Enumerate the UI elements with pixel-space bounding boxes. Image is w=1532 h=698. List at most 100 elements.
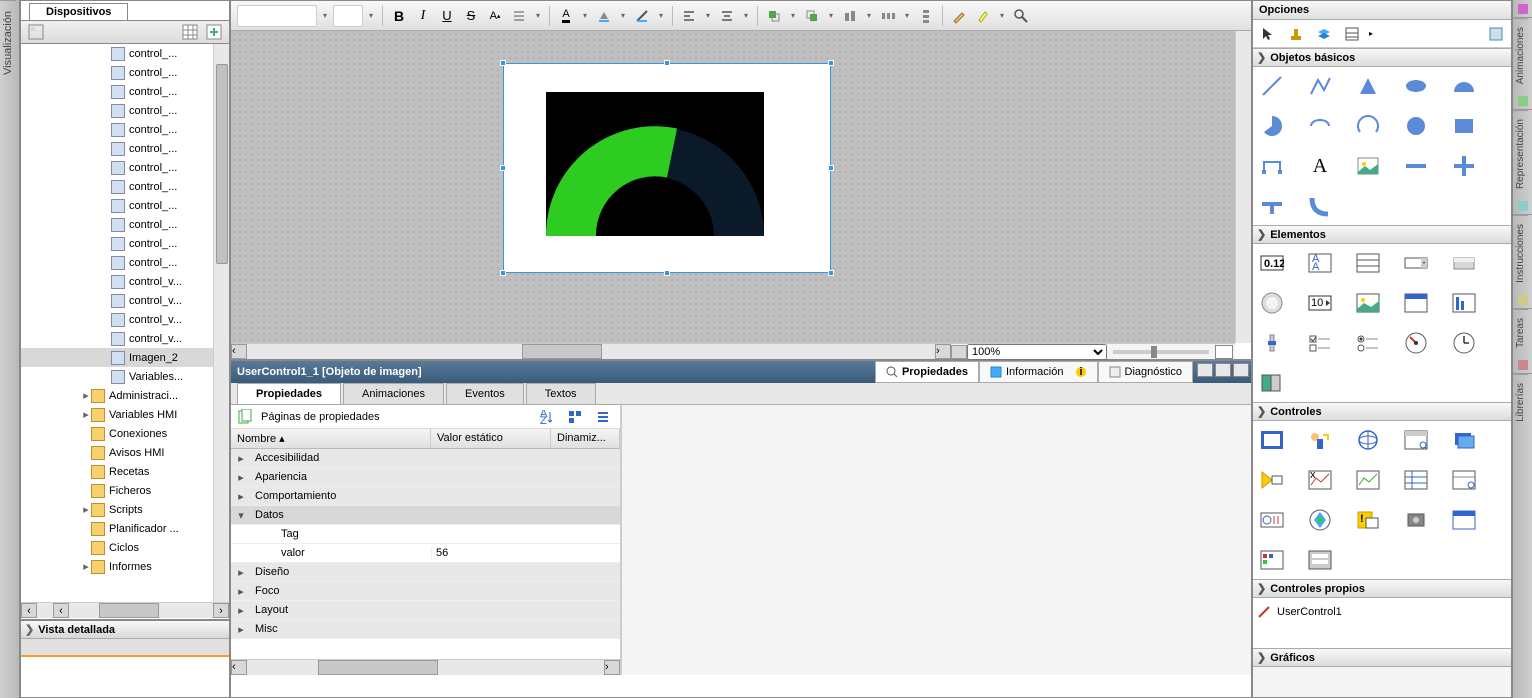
tree-item[interactable]: control_...	[21, 177, 229, 196]
tree-item[interactable]: control_v...	[21, 329, 229, 348]
control-14-icon[interactable]	[1403, 507, 1429, 533]
checkbox-icon[interactable]	[1307, 330, 1333, 356]
tree-view-icon[interactable]	[25, 21, 47, 43]
vtab-visualization[interactable]: Visualización	[0, 0, 16, 85]
design-surface[interactable]	[503, 63, 831, 273]
rvtab-icon-2[interactable]	[1513, 92, 1532, 110]
section-controls[interactable]: ❯Controles	[1253, 402, 1511, 421]
control-5-icon[interactable]	[1451, 427, 1477, 453]
prop-category[interactable]: ▸Apariencia	[231, 468, 620, 487]
section-graphics[interactable]: ❯Gráficos	[1253, 648, 1511, 667]
tree-item[interactable]: control_...	[21, 101, 229, 120]
zoom-icon[interactable]	[1010, 5, 1032, 27]
tree-folder[interactable]: Ficheros	[21, 481, 229, 500]
rvtab-icon-3[interactable]	[1513, 197, 1532, 215]
layers-icon[interactable]	[1313, 23, 1335, 45]
section-basic-objects[interactable]: ❯Objetos básicos	[1253, 48, 1511, 67]
canvas-body[interactable]	[231, 31, 1235, 343]
tree-item[interactable]: control_v...	[21, 291, 229, 310]
rvtab-instructions[interactable]: Instrucciones	[1513, 215, 1528, 291]
graphic-io-icon[interactable]	[1355, 290, 1381, 316]
prop-category[interactable]: ▸Accesibilidad	[231, 449, 620, 468]
property-pages-icon[interactable]	[237, 409, 253, 425]
tree-folder[interactable]: ▸Variables HMI	[21, 405, 229, 424]
prop-category[interactable]: ▸Comportamiento	[231, 487, 620, 506]
subtab-texts[interactable]: Textos	[526, 383, 596, 404]
tree-item[interactable]: control_...	[21, 44, 229, 63]
tree-item[interactable]: control_v...	[21, 310, 229, 329]
control-4-icon[interactable]	[1403, 427, 1429, 453]
bring-front-button[interactable]	[763, 5, 785, 27]
prop-row[interactable]: valor56	[231, 544, 620, 563]
tree-folder[interactable]: Conexiones	[21, 424, 229, 443]
col-dynamic[interactable]: Dinamiz...	[551, 429, 620, 448]
grid-view-icon[interactable]	[179, 21, 201, 43]
curve-icon[interactable]	[1307, 193, 1333, 219]
zoom-select[interactable]: 100%	[967, 344, 1107, 360]
tree-vscroll[interactable]	[213, 44, 229, 602]
align-center-button[interactable]	[716, 5, 738, 27]
col-name[interactable]: Nombre ▴	[231, 429, 431, 448]
control-6-icon[interactable]	[1259, 467, 1285, 493]
fontstyle-button[interactable]: A▴	[484, 5, 506, 27]
subtab-properties[interactable]: Propiedades	[237, 383, 341, 404]
size-dropdown[interactable]	[333, 5, 363, 27]
categorize-icon[interactable]	[564, 406, 586, 428]
canvas-hscroll[interactable]: ‹ ›	[231, 343, 951, 359]
expand-icon[interactable]	[203, 21, 225, 43]
clock-icon[interactable]	[1451, 330, 1477, 356]
tab-diagnostics[interactable]: Diagnóstico	[1098, 361, 1193, 383]
tree-item[interactable]: control_...	[21, 253, 229, 272]
col-value[interactable]: Valor estático	[431, 429, 551, 448]
gauge-icon[interactable]	[1403, 330, 1429, 356]
cross-icon[interactable]	[1451, 153, 1477, 179]
subtab-events[interactable]: Eventos	[446, 383, 524, 404]
zoom-fit-button[interactable]	[1215, 345, 1233, 359]
rvtab-icon-1[interactable]	[1513, 0, 1532, 18]
text-icon[interactable]: A	[1307, 153, 1333, 179]
sort-az-icon[interactable]: AZ	[536, 406, 558, 428]
prop-category[interactable]: ▸Layout	[231, 601, 620, 620]
bar-icon[interactable]	[1451, 290, 1477, 316]
linecolor-button[interactable]	[631, 5, 653, 27]
control-17-icon[interactable]	[1307, 547, 1333, 573]
distribute-h-button[interactable]	[877, 5, 899, 27]
control-16-icon[interactable]	[1259, 547, 1285, 573]
distribute-v-button[interactable]	[915, 5, 937, 27]
control-10-icon[interactable]	[1451, 467, 1477, 493]
zoom-slider[interactable]	[1113, 350, 1209, 354]
underline-button[interactable]: U	[436, 5, 458, 27]
circle-icon[interactable]	[1403, 113, 1429, 139]
fillcolor-button[interactable]	[593, 5, 615, 27]
tree-item[interactable]: control_...	[21, 158, 229, 177]
tree-folder[interactable]: Planificador ...	[21, 519, 229, 538]
tab-properties[interactable]: Propiedades	[875, 361, 979, 383]
switch-icon[interactable]	[1259, 370, 1285, 396]
datepicker-icon[interactable]	[1403, 290, 1429, 316]
stamp-icon[interactable]	[1285, 23, 1307, 45]
tree-item[interactable]: control_...	[21, 63, 229, 82]
italic-button[interactable]: I	[412, 5, 434, 27]
fontcolor-button[interactable]: A	[555, 5, 577, 27]
control-8-icon[interactable]	[1355, 467, 1381, 493]
rvtab-icon-4[interactable]	[1513, 291, 1532, 309]
polygon-icon[interactable]	[1355, 73, 1381, 99]
control-3-icon[interactable]	[1355, 427, 1381, 453]
image-icon[interactable]	[1355, 153, 1381, 179]
tree-item[interactable]: control_...	[21, 215, 229, 234]
prop-category[interactable]: ▸Misc	[231, 620, 620, 639]
control-7-icon[interactable]: x	[1307, 467, 1333, 493]
props-hscroll[interactable]: ‹ ›	[231, 659, 620, 675]
rectangle-icon[interactable]	[1451, 113, 1477, 139]
prop-category[interactable]: ▸Foco	[231, 582, 620, 601]
round-button-icon[interactable]	[1259, 290, 1285, 316]
listbox-icon[interactable]	[1355, 250, 1381, 276]
panel-window-buttons[interactable]	[1193, 361, 1251, 383]
send-back-button[interactable]	[801, 5, 823, 27]
control-11-icon[interactable]	[1259, 507, 1285, 533]
button-icon[interactable]	[1451, 250, 1477, 276]
tree-hscroll[interactable]: ‹ ‹›	[21, 602, 229, 618]
tree-item[interactable]: Variables...	[21, 367, 229, 386]
slider-icon[interactable]	[1259, 330, 1285, 356]
grid-icon[interactable]	[1341, 23, 1363, 45]
